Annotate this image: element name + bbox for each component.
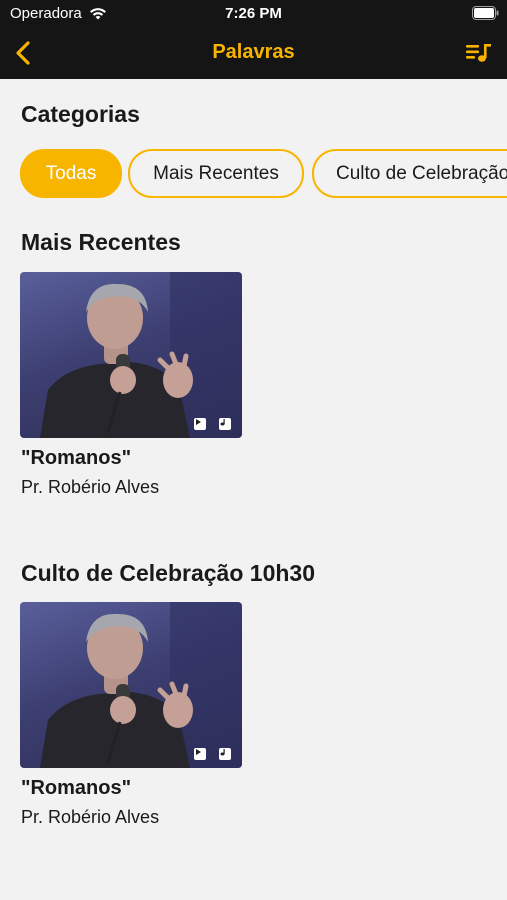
category-chips: Todas Mais Recentes Culto de Celebração … <box>20 149 507 198</box>
sermon-thumbnail <box>20 602 242 768</box>
status-bar: Operadora 7:26 PM <box>0 0 507 28</box>
page-title: Palavras <box>212 41 295 63</box>
battery-icon <box>472 6 499 20</box>
video-icon <box>194 418 206 430</box>
sermon-title: "Romanos" <box>21 777 132 799</box>
video-icon <box>194 748 206 760</box>
categories-heading: Categorias <box>21 101 140 127</box>
sermon-card[interactable]: "Romanos" Pr. Robério Alves <box>20 272 242 502</box>
top-bar: Operadora 7:26 PM Palavras <box>0 0 507 79</box>
chip-label: Culto de Celebração 10h30 <box>336 162 507 184</box>
audio-icon <box>219 418 231 430</box>
sermon-speaker: Pr. Robério Alves <box>21 807 160 827</box>
sermon-title: "Romanos" <box>21 447 132 469</box>
chip-label: Todas <box>45 162 97 184</box>
chip-mais-recentes[interactable]: Mais Recentes <box>128 149 304 198</box>
section-heading: Mais Recentes <box>21 229 181 255</box>
sermon-thumbnail <box>20 272 242 438</box>
sermon-speaker: Pr. Robério Alves <box>21 477 160 497</box>
sermon-card[interactable]: "Romanos" Pr. Robério Alves <box>20 602 242 832</box>
playlist-icon[interactable] <box>465 41 493 65</box>
clock: 7:26 PM <box>225 5 282 22</box>
navigation-bar: Palavras <box>0 28 507 79</box>
section-heading: Culto de Celebração 10h30 <box>21 560 315 586</box>
chip-culto-de-celebracao[interactable]: Culto de Celebração 10h30 <box>312 149 507 198</box>
chip-todas[interactable]: Todas <box>20 149 122 198</box>
chip-label: Mais Recentes <box>153 162 279 184</box>
audio-icon <box>219 748 231 760</box>
